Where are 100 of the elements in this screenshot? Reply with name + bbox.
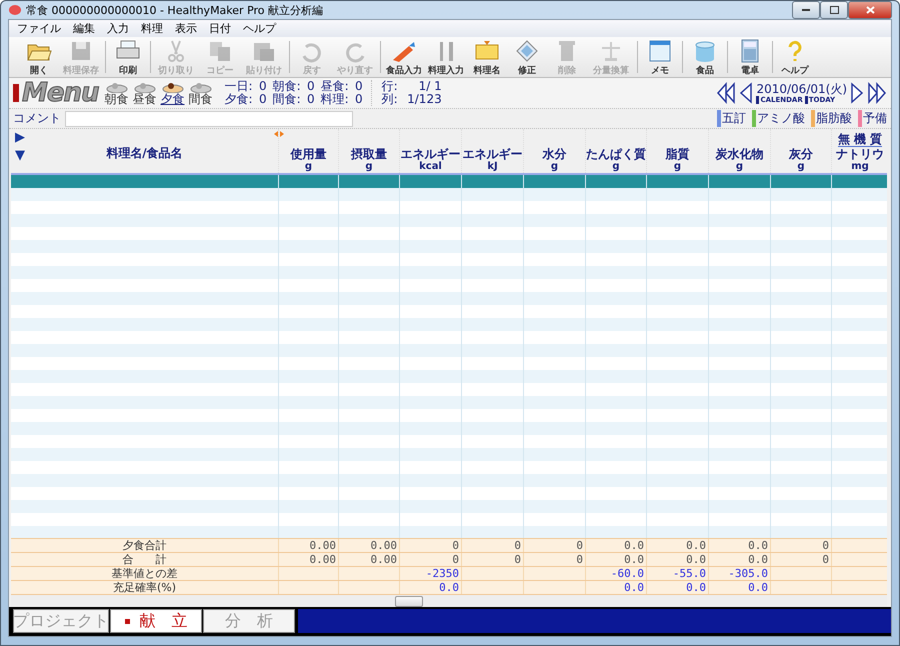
table-row[interactable]	[11, 253, 887, 266]
unit-label: g	[550, 161, 558, 172]
count-label: 間食: 0	[272, 93, 315, 106]
table-row[interactable]	[11, 214, 887, 227]
toolbar-button[interactable]: 開く	[19, 37, 59, 77]
minimize-icon	[802, 8, 810, 12]
table-row[interactable]	[11, 201, 887, 214]
column-header[interactable]: 灰分	[789, 147, 813, 161]
menu-item[interactable]: 編集	[67, 21, 101, 36]
toolbar-button[interactable]: メモ	[640, 37, 680, 77]
table-row[interactable]	[11, 500, 887, 513]
table-row[interactable]	[11, 422, 887, 435]
horizontal-scrollbar[interactable]	[11, 594, 887, 607]
column-header[interactable]: ナトリウ	[836, 147, 884, 161]
meal-tab[interactable]: 間食	[186, 81, 215, 105]
maximize-button[interactable]	[820, 1, 848, 19]
window-title: 常食 000000000000010 - HealthyMaker Pro 献立分析編	[26, 2, 324, 18]
column-header[interactable]: エネルギー	[400, 147, 460, 161]
table-row[interactable]	[11, 357, 887, 370]
table-row[interactable]	[11, 461, 887, 474]
dish-icon	[162, 81, 184, 93]
toolbar-button[interactable]: ヘルプ	[775, 37, 815, 77]
left-icon	[739, 82, 754, 104]
menu-item[interactable]: 日付	[203, 21, 237, 36]
table-row[interactable]	[11, 279, 887, 292]
bottom-tab[interactable]: 献 立	[110, 609, 202, 633]
right-icon	[850, 82, 864, 104]
meal-tab[interactable]: 夕食	[158, 81, 187, 105]
next-button[interactable]	[850, 82, 864, 104]
toolbar-button[interactable]: 電卓	[730, 37, 770, 77]
unit-label: g	[304, 161, 312, 172]
table-row[interactable]	[11, 513, 887, 526]
table-row[interactable]	[11, 344, 887, 357]
count-label: 一日: 0	[224, 80, 267, 93]
toolbar-button[interactable]: 料理名	[467, 37, 507, 77]
position-label: 行: 1/ 1	[382, 80, 442, 93]
table-row[interactable]	[11, 240, 887, 253]
close-icon	[866, 6, 874, 14]
menu-item[interactable]: 料理	[135, 21, 169, 36]
meal-tab[interactable]: 朝食	[102, 81, 131, 105]
table-row[interactable]	[11, 474, 887, 487]
legend-item[interactable]: 予備	[858, 110, 887, 127]
menu-item[interactable]: 表示	[169, 21, 203, 36]
resize-handle-icon[interactable]	[274, 131, 284, 137]
table-row[interactable]	[11, 331, 887, 344]
column-header[interactable]: 炭水化物	[716, 147, 764, 161]
arrow-button[interactable]: ▼	[15, 149, 25, 162]
table-row[interactable]	[11, 318, 887, 331]
dish-icon	[190, 81, 212, 93]
table-row[interactable]	[11, 487, 887, 500]
legend-item[interactable]: アミノ酸	[752, 110, 805, 127]
legend-item[interactable]: 五訂	[717, 110, 746, 127]
table-row[interactable]	[11, 396, 887, 409]
column-header[interactable]: 使用量	[290, 147, 326, 161]
close-button[interactable]	[848, 1, 892, 19]
table-row[interactable]	[11, 305, 887, 318]
legend-item[interactable]: 脂肪酸	[811, 110, 852, 127]
maximize-icon	[830, 6, 838, 14]
toolbar-button[interactable]: 食品	[685, 37, 725, 77]
table-row[interactable]	[11, 409, 887, 422]
column-header[interactable]: 摂取量	[351, 147, 387, 161]
unit-label: g	[612, 161, 620, 172]
table-row[interactable]	[11, 266, 887, 279]
table-row[interactable]	[11, 383, 887, 396]
toolbar-button[interactable]: 修正	[507, 37, 547, 77]
column-header[interactable]: 脂質	[666, 147, 690, 161]
minimize-button[interactable]	[792, 1, 820, 19]
double-left-icon	[716, 82, 736, 104]
table-row[interactable]	[11, 292, 887, 305]
marker-icon	[124, 618, 130, 624]
column-header[interactable]: たんぱく質	[586, 147, 646, 161]
first-button[interactable]	[716, 82, 736, 104]
menu-logo: Menu	[22, 78, 99, 108]
count-label: 夕食: 0	[224, 93, 267, 106]
previous-button[interactable]	[739, 82, 754, 104]
table-row[interactable]	[11, 370, 887, 383]
menu-item[interactable]: 入力	[101, 21, 135, 36]
column-header[interactable]: 料理名/食品名	[106, 146, 183, 160]
table-row[interactable]	[11, 175, 887, 188]
group-header: 無 機 質	[838, 133, 882, 147]
column-header[interactable]: エネルギー	[462, 147, 522, 161]
table-row[interactable]	[11, 526, 887, 538]
table-row[interactable]	[11, 188, 887, 201]
menu-item[interactable]: ファイル	[11, 21, 67, 36]
table-row[interactable]	[11, 227, 887, 240]
menu-item[interactable]: ヘルプ	[237, 21, 282, 36]
toolbar-button[interactable]: 料理入力	[425, 37, 467, 77]
scrollbar-thumb[interactable]	[395, 596, 423, 606]
comment-field[interactable]	[65, 110, 353, 126]
date-text: 2010/06/01(火)	[756, 82, 847, 96]
last-button[interactable]	[867, 82, 887, 104]
app-icon	[8, 4, 22, 16]
table-row[interactable]	[11, 448, 887, 461]
table-row[interactable]	[11, 435, 887, 448]
meal-tab[interactable]: 昼食	[130, 81, 159, 105]
toolbar-button[interactable]: 食品入力	[383, 37, 425, 77]
marker-icon	[13, 84, 19, 102]
arrow-button[interactable]: ▶	[15, 131, 25, 144]
toolbar-button[interactable]: 印刷	[108, 37, 148, 77]
column-header[interactable]: 水分	[542, 147, 566, 161]
